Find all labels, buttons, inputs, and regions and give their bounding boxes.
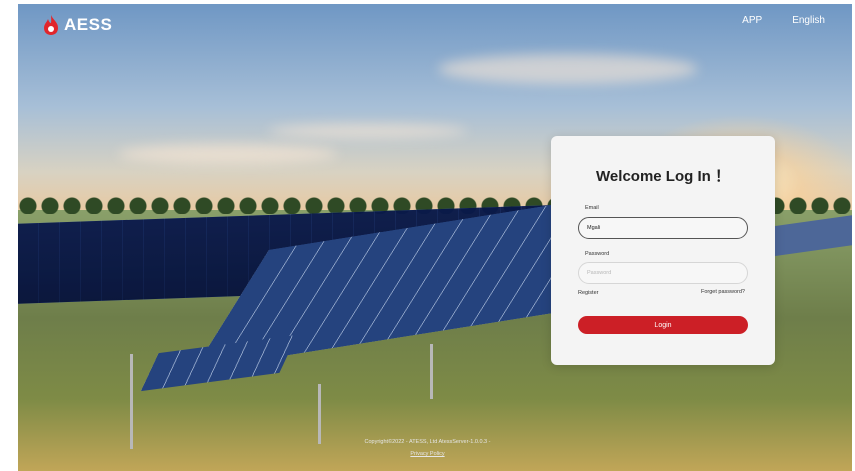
flame-logo-icon [44,15,58,35]
password-label: Password [585,251,610,257]
password-field[interactable] [578,262,748,284]
language-selector[interactable]: English [792,15,825,26]
login-title: Welcome Log In ！ [596,168,730,185]
panel-post [130,354,133,449]
panel-post [430,344,433,399]
top-nav: APP English [742,15,825,26]
cloud [268,124,468,138]
privacy-policy-link[interactable]: Privacy Policy [0,451,855,457]
email-field[interactable] [578,217,748,239]
cloud [118,144,338,164]
forgot-password-link[interactable]: Forget password? [701,289,745,295]
email-label: Email [585,205,599,211]
login-button[interactable]: Login [578,316,748,334]
panel-post [318,384,321,444]
copyright-text: Copyright©2022 - ATESS, Ltd AtessServer-… [364,439,491,445]
login-page: AESS APP English Welcome Log In ！ Email … [0,0,855,471]
app-link[interactable]: APP [742,15,762,26]
login-card: Welcome Log In ！ Email Password Register… [551,136,775,365]
register-link[interactable]: Register [578,290,598,296]
brand-logo[interactable]: AESS [42,14,112,36]
cloud [438,54,698,84]
brand-name: AESS [64,15,113,34]
